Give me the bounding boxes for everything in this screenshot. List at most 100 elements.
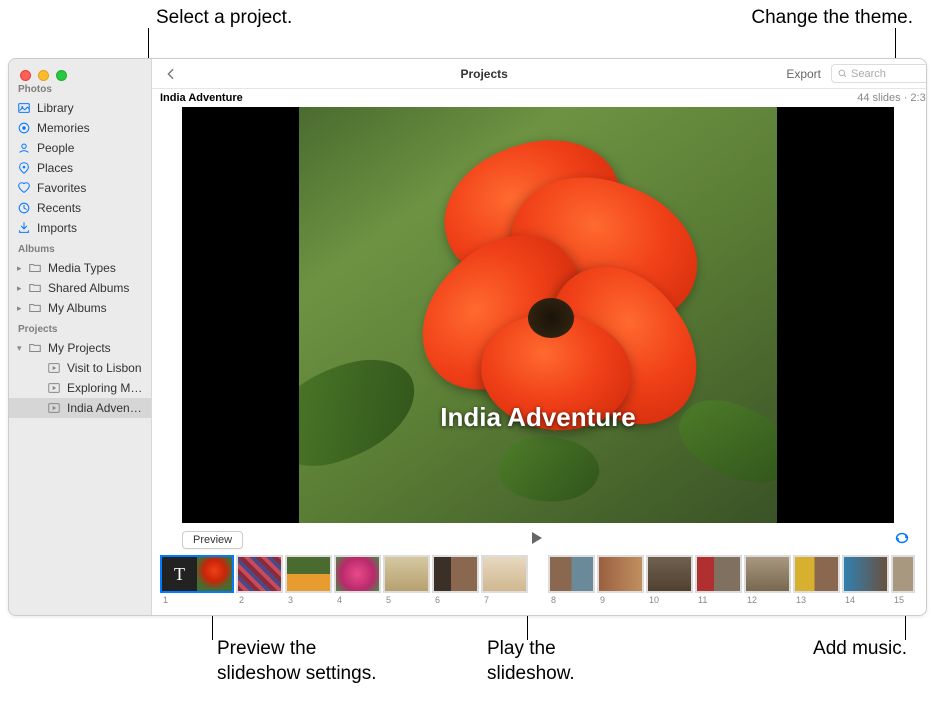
back-button[interactable]	[160, 65, 182, 83]
sidebar-item-label: Visit to Lisbon	[67, 361, 142, 375]
sidebar-item-imports[interactable]: Imports	[9, 218, 151, 238]
thumb-number: 6	[432, 595, 440, 605]
thumb-number: 5	[383, 595, 391, 605]
thumb-cell-7[interactable]: 7	[481, 555, 528, 605]
thumb-number: 14	[842, 595, 855, 605]
sidebar-item-label: Memories	[37, 121, 90, 135]
sidebar-item-label: Shared Albums	[48, 281, 129, 295]
sidebar-project-exploring-mor[interactable]: Exploring Mor…	[9, 378, 151, 398]
sidebar-item-label: India Adventure	[67, 401, 143, 415]
preview-button[interactable]: Preview	[182, 531, 243, 549]
loop-button[interactable]	[893, 529, 911, 552]
sidebar-section-projects: Projects	[9, 318, 151, 338]
sidebar: Photos Library Memories People Places Fa…	[9, 59, 152, 615]
search-input[interactable]: Search	[831, 64, 927, 83]
slideshow-icon	[47, 381, 61, 395]
thumbnail-strip[interactable]: T 1 2 3 4 5 6 7 8 9 10 11 12 13 14 15	[152, 555, 927, 615]
chevron-right-icon: ▸	[17, 283, 26, 294]
export-button[interactable]: Export	[786, 67, 821, 81]
subheader: India Adventure 44 slides · 2:38m	[152, 89, 927, 107]
callout-play: Play the slideshow.	[487, 637, 575, 686]
close-window-button[interactable]	[20, 70, 31, 81]
thumb-number: 4	[334, 595, 342, 605]
sidebar-section-albums: Albums	[9, 238, 151, 258]
theme-button[interactable]	[922, 307, 927, 331]
thumb-number: 3	[285, 595, 293, 605]
imports-icon	[17, 221, 31, 235]
thumb-number: 13	[793, 595, 806, 605]
maximize-window-button[interactable]	[56, 70, 67, 81]
thumb-cell-8[interactable]: 8	[548, 555, 595, 605]
thumb-number: 11	[695, 595, 707, 605]
sidebar-item-people[interactable]: People	[9, 138, 151, 158]
title-thumb-icon: T	[162, 557, 197, 591]
sidebar-item-label: Exploring Mor…	[67, 381, 143, 395]
add-photos-button[interactable]	[925, 573, 927, 597]
sidebar-item-library[interactable]: Library	[9, 98, 151, 118]
slideshow-icon	[47, 361, 61, 375]
thumb-cell-1[interactable]: T 1	[160, 555, 234, 605]
thumb-cell-15[interactable]: 15	[891, 555, 915, 605]
sidebar-item-label: My Albums	[48, 301, 107, 315]
sidebar-item-label: Favorites	[37, 181, 86, 195]
folder-icon	[28, 341, 42, 355]
library-icon	[17, 101, 31, 115]
sidebar-item-shared-albums[interactable]: ▸ Shared Albums	[9, 278, 151, 298]
thumb-cell-10[interactable]: 10	[646, 555, 693, 605]
sidebar-item-favorites[interactable]: Favorites	[9, 178, 151, 198]
thumb-cell-6[interactable]: 6	[432, 555, 479, 605]
thumb-cell-2[interactable]: 2	[236, 555, 283, 605]
thumb-cell-4[interactable]: 4	[334, 555, 381, 605]
chevron-right-icon: ▸	[17, 263, 26, 274]
thumb-number: 1	[160, 595, 168, 605]
callout-change-theme: Change the theme.	[751, 6, 913, 31]
callout-add-music: Add music.	[813, 637, 907, 662]
thumb-cell-9[interactable]: 9	[597, 555, 644, 605]
sidebar-item-my-albums[interactable]: ▸ My Albums	[9, 298, 151, 318]
thumb-cell-13[interactable]: 13	[793, 555, 840, 605]
sidebar-item-media-types[interactable]: ▸ Media Types	[9, 258, 151, 278]
slide-preview[interactable]: India Adventure	[182, 107, 894, 523]
sidebar-item-my-projects[interactable]: ▾ My Projects	[9, 338, 151, 358]
sidebar-item-label: Library	[37, 101, 74, 115]
slideshow-icon	[47, 401, 61, 415]
sidebar-item-memories[interactable]: Memories	[9, 118, 151, 138]
thumb-cell-5[interactable]: 5	[383, 555, 430, 605]
recents-icon	[17, 201, 31, 215]
slide-image	[182, 107, 894, 523]
toolbar-title: Projects	[182, 67, 786, 81]
thumb-cell-3[interactable]: 3	[285, 555, 332, 605]
thumb-cell-12[interactable]: 12	[744, 555, 791, 605]
sidebar-item-recents[interactable]: Recents	[9, 198, 151, 218]
chevron-right-icon: ▸	[17, 303, 26, 314]
sidebar-project-india-adventure[interactable]: India Adventure	[9, 398, 151, 418]
search-placeholder: Search	[851, 68, 886, 80]
thumb-number: 12	[744, 595, 757, 605]
thumb-number: 7	[481, 595, 489, 605]
sidebar-project-visit-lisbon[interactable]: Visit to Lisbon	[9, 358, 151, 378]
app-window: Photos Library Memories People Places Fa…	[8, 58, 927, 616]
music-button[interactable]	[922, 347, 927, 371]
chevron-down-icon: ▾	[17, 343, 26, 354]
callout-preview-settings: Preview the slideshow settings.	[217, 637, 376, 686]
slideshow-title: India Adventure	[160, 92, 243, 104]
favorites-icon	[17, 181, 31, 195]
places-icon	[17, 161, 31, 175]
side-tools	[919, 107, 927, 411]
play-button[interactable]	[528, 530, 544, 551]
sidebar-section-photos: Photos	[9, 78, 151, 98]
thumb-number: 8	[548, 595, 556, 605]
toolbar: Projects Export Search	[152, 59, 927, 89]
slide-caption: India Adventure	[440, 402, 636, 433]
thumb-cell-14[interactable]: 14	[842, 555, 889, 605]
minimize-window-button[interactable]	[38, 70, 49, 81]
sidebar-item-label: Media Types	[48, 261, 116, 275]
main-content: Projects Export Search India Adventure 4…	[152, 59, 927, 615]
sidebar-item-places[interactable]: Places	[9, 158, 151, 178]
sidebar-item-label: My Projects	[48, 341, 111, 355]
thumb-number: 9	[597, 595, 605, 605]
thumb-cell-11[interactable]: 11	[695, 555, 742, 605]
folder-icon	[28, 301, 42, 315]
people-icon	[17, 141, 31, 155]
duration-button[interactable]	[922, 387, 927, 411]
